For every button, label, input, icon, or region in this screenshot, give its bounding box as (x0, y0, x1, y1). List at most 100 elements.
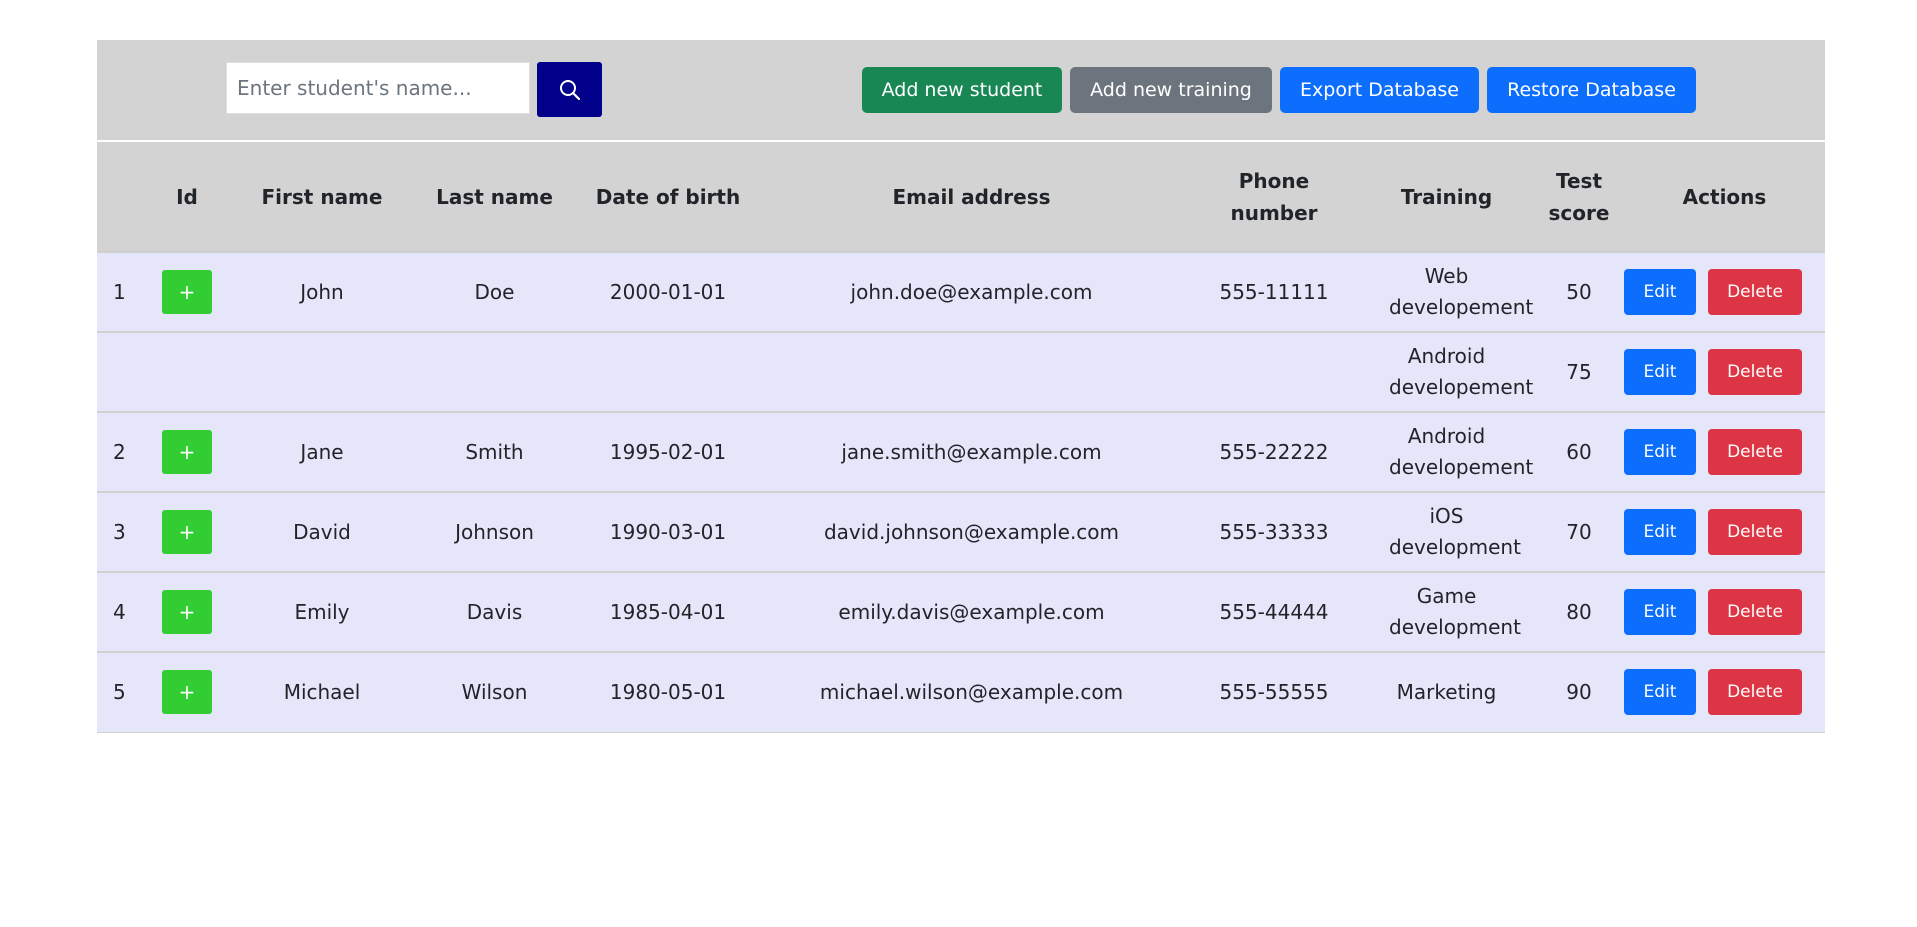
actions-cell: Edit Delete (1624, 652, 1825, 732)
id-cell: + (137, 492, 237, 572)
search-icon (559, 79, 580, 100)
expand-button[interactable]: + (162, 430, 212, 474)
actions-cell: Edit Delete (1624, 252, 1825, 332)
edit-button[interactable]: Edit (1624, 589, 1696, 635)
score-cell: 75 (1566, 359, 1592, 384)
expand-button[interactable]: + (162, 590, 212, 634)
row-number: 2 (113, 439, 126, 464)
score-cell: 80 (1566, 599, 1592, 624)
delete-button[interactable]: Delete (1708, 349, 1802, 395)
edit-button[interactable]: Edit (1624, 349, 1696, 395)
edit-button[interactable]: Edit (1624, 429, 1696, 475)
delete-button[interactable]: Delete (1708, 269, 1802, 315)
dob-cell: 1995-02-01 (609, 439, 727, 464)
header-phone: Phone number (1230, 168, 1318, 225)
actions-cell: Edit Delete (1624, 412, 1825, 492)
last-name-cell: Davis (466, 599, 523, 624)
last-name-cell: Doe (474, 279, 515, 304)
header-date-of-birth: Date of birth (595, 184, 741, 209)
id-cell: + (137, 572, 237, 652)
search-input[interactable] (226, 62, 530, 114)
delete-button[interactable]: Delete (1708, 429, 1802, 475)
table-row: 3 + David Johnson 1990-03-01 david.johns… (97, 492, 1825, 572)
toolbar: Add new student Add new training Export … (97, 40, 1825, 140)
email-cell: jane.smith@example.com (841, 439, 1102, 464)
delete-button[interactable]: Delete (1708, 509, 1802, 555)
table-row: 5 + Michael Wilson 1980-05-01 michael.wi… (97, 652, 1825, 732)
score-cell: 50 (1566, 279, 1592, 304)
header-test-score: Test score (1548, 168, 1610, 225)
id-cell: + (137, 412, 237, 492)
table-row: 2 + Jane Smith 1995-02-01 jane.smith@exa… (97, 412, 1825, 492)
row-number: 1 (113, 279, 126, 304)
email-cell: john.doe@example.com (850, 279, 1093, 304)
search-button[interactable] (537, 62, 602, 117)
delete-button[interactable]: Delete (1708, 669, 1802, 716)
restore-database-button[interactable]: Restore Database (1487, 67, 1696, 113)
dob-cell (582, 332, 754, 412)
training-cell: Game development (1389, 584, 1521, 639)
actions-cell: Edit Delete (1624, 572, 1825, 652)
actions-cell: Edit Delete (1624, 332, 1825, 412)
edit-button[interactable]: Edit (1624, 269, 1696, 315)
header-id: Id (176, 184, 198, 209)
email-cell (754, 332, 1189, 412)
first-name-cell: Michael (283, 679, 361, 704)
training-cell: Web developement (1389, 264, 1534, 319)
expand-button[interactable]: + (162, 270, 212, 314)
header-actions: Actions (1682, 184, 1767, 209)
first-name-cell: Emily (294, 599, 350, 624)
id-cell: + (137, 652, 237, 732)
table-row: 1 + John Doe 2000-01-01 john.doe@example… (97, 252, 1825, 332)
header-email: Email address (892, 184, 1051, 209)
first-name-cell (237, 332, 407, 412)
students-panel: Add new student Add new training Export … (97, 40, 1825, 733)
id-cell: + (137, 252, 237, 332)
email-cell: michael.wilson@example.com (819, 679, 1124, 704)
delete-button[interactable]: Delete (1708, 589, 1802, 635)
actions-cell: Edit Delete (1624, 492, 1825, 572)
header-training: Training (1400, 184, 1493, 209)
dob-cell: 1985-04-01 (609, 599, 727, 624)
score-cell: 90 (1566, 679, 1592, 704)
dob-cell: 2000-01-01 (609, 279, 727, 304)
edit-button[interactable]: Edit (1624, 669, 1696, 716)
phone-cell: 555-55555 (1219, 679, 1329, 704)
edit-button[interactable]: Edit (1624, 509, 1696, 555)
dob-cell: 1990-03-01 (609, 519, 727, 544)
training-cell: Marketing (1396, 679, 1497, 704)
row-number (97, 332, 137, 412)
export-database-button[interactable]: Export Database (1280, 67, 1479, 113)
score-cell: 60 (1566, 439, 1592, 464)
dob-cell: 1980-05-01 (609, 679, 727, 704)
expand-button[interactable]: + (162, 670, 212, 715)
phone-cell (1189, 332, 1359, 412)
expand-button[interactable]: + (162, 510, 212, 554)
last-name-cell: Johnson (455, 519, 534, 544)
table-row: Android developement 75 Edit Delete (97, 332, 1825, 412)
row-number: 5 (113, 679, 126, 704)
first-name-cell: Jane (300, 439, 344, 464)
add-student-button[interactable]: Add new student (862, 67, 1062, 113)
add-training-button[interactable]: Add new training (1070, 67, 1272, 113)
table-row: 4 + Emily Davis 1985-04-01 emily.davis@e… (97, 572, 1825, 652)
row-number: 3 (113, 519, 126, 544)
last-name-cell: Wilson (461, 679, 528, 704)
header-first-name: First name (261, 184, 383, 209)
id-cell (137, 332, 237, 412)
phone-cell: 555-11111 (1219, 279, 1329, 304)
phone-cell: 555-33333 (1219, 519, 1329, 544)
header-number (97, 142, 137, 252)
training-cell: Android developement (1389, 344, 1534, 399)
phone-cell: 555-22222 (1219, 439, 1329, 464)
first-name-cell: David (293, 519, 351, 544)
training-cell: Android developement (1389, 424, 1534, 479)
header-last-name: Last name (436, 184, 553, 209)
training-cell: iOS development (1389, 504, 1521, 559)
students-table: Id First name Last name Date of birth Em… (97, 142, 1825, 733)
email-cell: emily.davis@example.com (838, 599, 1105, 624)
email-cell: david.johnson@example.com (823, 519, 1120, 544)
last-name-cell (407, 332, 582, 412)
phone-cell: 555-44444 (1219, 599, 1329, 624)
row-number: 4 (113, 599, 126, 624)
